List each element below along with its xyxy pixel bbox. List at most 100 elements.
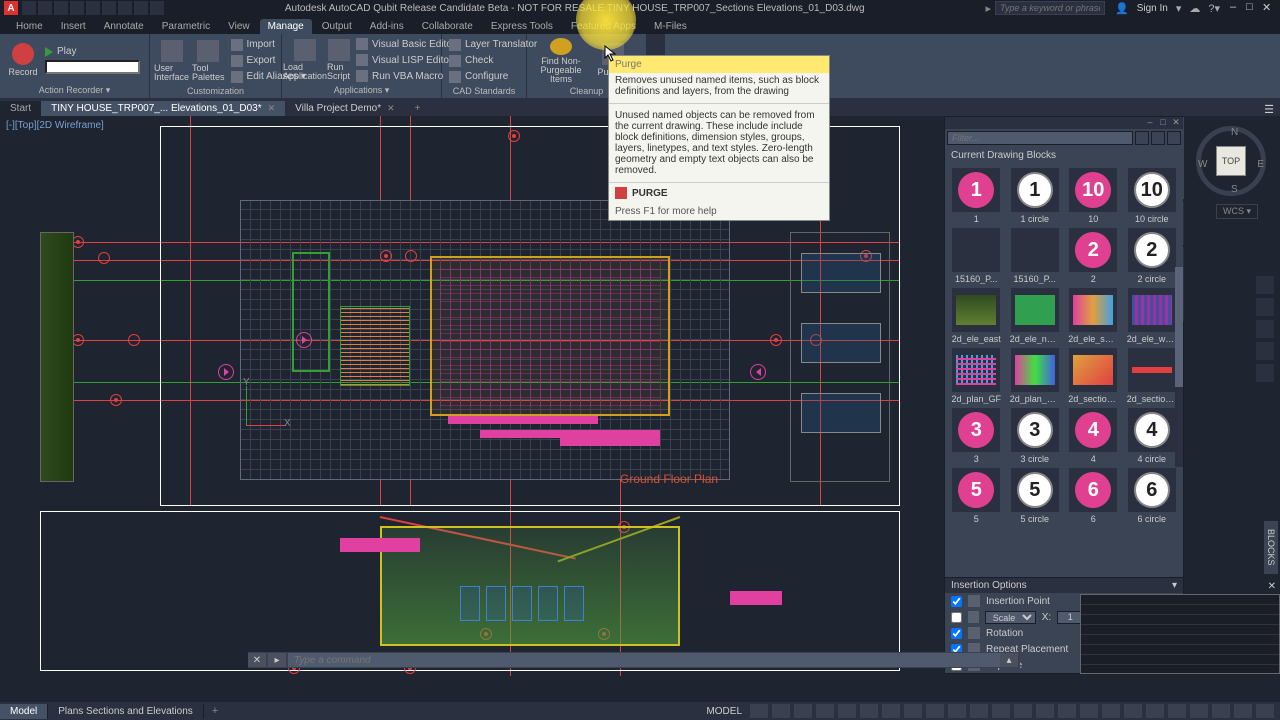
status-hardware-icon[interactable] <box>1212 704 1230 718</box>
blocks-palette-close-icon[interactable]: ✕ <box>1268 581 1276 592</box>
block-item[interactable]: 2d_section... <box>1066 348 1121 404</box>
status-otrack-icon[interactable] <box>860 704 878 718</box>
app-store-icon[interactable]: ▾ <box>1176 2 1182 15</box>
file-tab-close-icon[interactable]: ✕ <box>268 103 276 114</box>
scale-checkbox[interactable] <box>951 612 962 623</box>
qat-new-icon[interactable] <box>22 1 36 15</box>
viewcube-south[interactable]: S <box>1231 184 1238 195</box>
status-transparency-icon[interactable] <box>926 704 944 718</box>
status-3dosnap-icon[interactable] <box>970 704 988 718</box>
qat-plot-icon[interactable] <box>86 1 100 15</box>
start-tab[interactable]: Start <box>0 101 41 116</box>
panel-label-applications[interactable]: Applications ▾ <box>286 84 437 96</box>
options-collapse-icon[interactable]: ▾ <box>1172 580 1177 591</box>
status-isolate-icon[interactable] <box>1190 704 1208 718</box>
app-menu-icon[interactable]: A <box>4 1 18 15</box>
viewcube-north[interactable]: N <box>1231 127 1238 138</box>
new-file-tab-button[interactable]: + <box>405 101 431 116</box>
cmdline-history-icon[interactable]: ▸ <box>268 653 286 667</box>
block-item[interactable]: 44 <box>1066 408 1121 464</box>
ribbon-tab-parametric[interactable]: Parametric <box>154 19 218 34</box>
status-lwt-icon[interactable] <box>904 704 922 718</box>
record-button[interactable]: Record <box>4 37 42 83</box>
block-item[interactable]: 15160_P... <box>1008 228 1063 284</box>
palette-close-icon[interactable]: ✕ <box>1171 117 1181 127</box>
filetabs-menu-icon[interactable]: ☰ <box>1258 103 1280 116</box>
block-item[interactable]: 1010 <box>1066 168 1121 224</box>
cmdline-close-icon[interactable]: ✕ <box>248 653 266 667</box>
layout-tab-1[interactable]: Plans Sections and Elevations <box>48 704 204 719</box>
qat-print-icon[interactable] <box>134 1 148 15</box>
ribbon-tab-express-tools[interactable]: Express Tools <box>483 19 561 34</box>
block-item[interactable]: 66 <box>1066 468 1121 524</box>
canvas-area[interactable]: Ground Floor Plan <box>40 116 972 674</box>
panel-label-actionrecorder[interactable]: Action Recorder ▾ <box>4 84 145 96</box>
ribbon-tab-view[interactable]: View <box>220 19 258 34</box>
block-item[interactable]: 22 circle <box>1125 228 1180 284</box>
viewcube-top[interactable]: TOP <box>1216 146 1246 176</box>
maximize-icon[interactable]: □ <box>1246 1 1260 15</box>
run-script-button[interactable]: Run Script <box>327 37 350 83</box>
status-annoscale-icon[interactable] <box>1058 704 1076 718</box>
palette-filter-input[interactable] <box>947 131 1133 145</box>
status-osnap-icon[interactable] <box>838 704 856 718</box>
qat-open-icon[interactable] <box>38 1 52 15</box>
block-item[interactable]: 33 <box>949 408 1004 464</box>
ribbon-tab-home[interactable]: Home <box>8 19 51 34</box>
nav-zoom-icon[interactable] <box>1256 320 1274 338</box>
insertion-point-checkbox[interactable] <box>951 596 962 607</box>
status-lockui-icon[interactable] <box>1168 704 1186 718</box>
status-quickprops-icon[interactable] <box>1146 704 1164 718</box>
ribbon-tab-featured-apps[interactable]: Featured Apps <box>563 19 644 34</box>
status-annomon-icon[interactable] <box>1102 704 1120 718</box>
infocenter-search-input[interactable] <box>995 1 1105 15</box>
block-item[interactable]: 2d_plan_m... <box>1008 348 1063 404</box>
modelspace-toggle[interactable]: MODEL <box>702 706 746 717</box>
cloud-icon[interactable]: ☁ <box>1189 2 1200 15</box>
block-item[interactable]: 22 <box>1066 228 1121 284</box>
file-tab-2[interactable]: Villa Project Demo*✕ <box>285 101 405 116</box>
qat-redo-icon[interactable] <box>118 1 132 15</box>
minimize-icon[interactable]: – <box>1230 1 1244 15</box>
status-dynucs-icon[interactable] <box>992 704 1010 718</box>
block-item[interactable]: 2d_ele_east <box>949 288 1004 344</box>
command-input[interactable] <box>288 653 1000 667</box>
palette-scrollbar[interactable] <box>1175 267 1183 467</box>
cmdline-expand-icon[interactable]: ▴ <box>1000 653 1018 667</box>
status-cleanscreen-icon[interactable] <box>1234 704 1252 718</box>
status-polar-icon[interactable] <box>816 704 834 718</box>
qat-undo-icon[interactable] <box>102 1 116 15</box>
nav-orbit-icon[interactable] <box>1256 342 1274 360</box>
block-item[interactable]: 2d_section... <box>1125 348 1180 404</box>
palette-dock-icon[interactable]: – <box>1145 117 1155 127</box>
status-workspace-icon[interactable] <box>1080 704 1098 718</box>
block-item[interactable]: 55 <box>949 468 1004 524</box>
command-line[interactable]: ✕ ▸ ▴ <box>248 652 1020 668</box>
play-button[interactable]: Play <box>45 46 140 57</box>
palette-view-grid-icon[interactable] <box>1151 131 1165 145</box>
wcs-dropdown[interactable]: WCS ▾ <box>1216 204 1258 219</box>
status-grid-icon[interactable] <box>750 704 768 718</box>
block-item[interactable]: 2d_ele_south <box>1066 288 1121 344</box>
ribbon-tab-output[interactable]: Output <box>314 19 360 34</box>
palette-view-list-icon[interactable] <box>1135 131 1149 145</box>
block-item[interactable]: 15160_P... <box>949 228 1004 284</box>
blocks-palette-title[interactable]: BLOCKS <box>1264 521 1278 574</box>
ribbon-tab-add-ins[interactable]: Add-ins <box>362 19 412 34</box>
nav-showmotion-icon[interactable] <box>1256 364 1274 382</box>
qat-dropdown-icon[interactable] <box>150 1 164 15</box>
new-layout-tab-button[interactable]: + <box>204 705 226 717</box>
model-tab[interactable]: Model <box>0 704 48 719</box>
ribbon-tab-m-files[interactable]: M-Files <box>646 19 695 34</box>
nav-wheel-icon[interactable] <box>1256 276 1274 294</box>
qat-saveas-icon[interactable] <box>70 1 84 15</box>
user-interface-button[interactable]: User Interface <box>154 38 189 84</box>
status-cycling-icon[interactable] <box>948 704 966 718</box>
status-customize-icon[interactable] <box>1256 704 1274 718</box>
viewcube-west[interactable]: W <box>1198 159 1207 170</box>
ribbon-tab-manage[interactable]: Manage <box>260 19 312 34</box>
file-tab-1[interactable]: TINY HOUSE_TRP007_... Elevations_01_D03*… <box>41 101 285 116</box>
palette-max-icon[interactable]: □ <box>1158 117 1168 127</box>
status-dyn-icon[interactable] <box>882 704 900 718</box>
status-ortho-icon[interactable] <box>794 704 812 718</box>
